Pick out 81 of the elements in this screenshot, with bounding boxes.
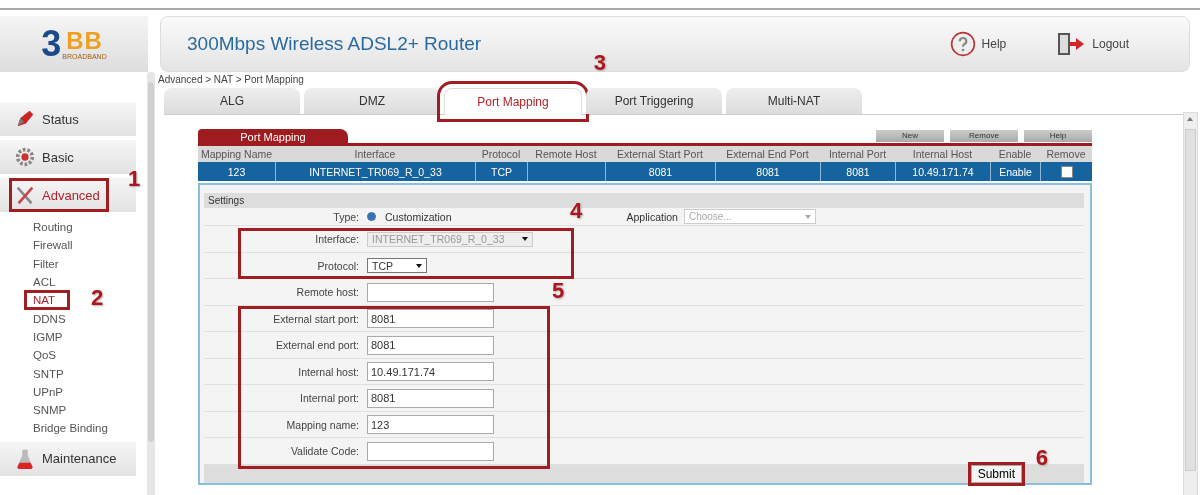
- sidebar-item[interactable]: IGMP: [33, 330, 63, 343]
- column-header: Remove: [1045, 147, 1087, 162]
- tab[interactable]: Multi-NAT: [726, 88, 862, 114]
- column-header: Internal Host: [911, 147, 974, 162]
- field-label: Protocol:: [316, 259, 359, 272]
- sidebar-item[interactable]: UPnP: [33, 385, 64, 398]
- gear-icon: [14, 146, 36, 168]
- tab[interactable]: DMZ: [304, 88, 440, 114]
- logout-link[interactable]: Logout: [1056, 31, 1129, 57]
- field-label: Mapping name:: [285, 418, 359, 431]
- field-label: Type:: [332, 210, 359, 223]
- router-title: 300Mbps Wireless ADSL2+ Router: [187, 33, 482, 55]
- input-field[interactable]: 8081: [367, 388, 494, 408]
- table-row[interactable]: 123 INTERNET_TR069_R_0_33 TCP 8081 8081 8081 10.49.171.74 Enable: [198, 162, 1092, 181]
- field-label: External start port:: [272, 312, 359, 325]
- annotation-number: 6: [1035, 446, 1048, 469]
- table-cell: 8081: [846, 165, 870, 178]
- sidebar-item[interactable]: Routing: [33, 221, 73, 234]
- column-header: External Start Port: [616, 147, 704, 162]
- annotation-number: 2: [91, 287, 104, 310]
- column-header: Enable: [997, 147, 1033, 162]
- sidebar-item[interactable]: ACL: [33, 276, 56, 289]
- flask-icon: [14, 447, 36, 470]
- table-cell: 8081: [756, 165, 780, 178]
- toolbar-button[interactable]: Help: [1024, 130, 1092, 142]
- sidebar-section[interactable]: Status: [0, 102, 136, 136]
- toolbar-button[interactable]: Remove: [950, 130, 1018, 142]
- remove-checkbox[interactable]: [1060, 165, 1073, 178]
- input-field[interactable]: 123: [367, 415, 494, 435]
- panel-tab[interactable]: Port Mapping: [198, 129, 348, 143]
- toolbar-button[interactable]: New: [876, 130, 944, 142]
- annotation-number: 4: [570, 200, 583, 223]
- column-header: Protocol: [480, 147, 522, 162]
- sidebar-item[interactable]: Bridge Binding: [33, 422, 108, 435]
- submit-button[interactable]: Submit: [970, 464, 1022, 483]
- scrollbar[interactable]: [1183, 112, 1198, 495]
- caret-icon: [522, 237, 528, 242]
- tab[interactable]: ALG: [164, 88, 300, 114]
- table-cell: INTERNET_TR069_R_0_33: [309, 165, 442, 178]
- table-cell: 123: [227, 165, 246, 178]
- field-label: Remote host:: [295, 286, 359, 299]
- annotation-number: 3: [593, 52, 606, 74]
- input-field[interactable]: [367, 441, 494, 461]
- field-label: Internal port:: [299, 392, 359, 405]
- section-title: Settings: [208, 195, 245, 206]
- tab[interactable]: Port Triggering: [586, 88, 722, 114]
- field-label: External end port:: [275, 339, 359, 352]
- field-label: Application: [626, 210, 678, 223]
- sidebar-item[interactable]: Firewall: [33, 239, 73, 252]
- table-cell: 10.49.171.74: [912, 165, 974, 178]
- radio-button[interactable]: [367, 212, 376, 222]
- column-header: Mapping Name: [199, 147, 274, 162]
- table-cell: 8081: [648, 165, 673, 178]
- field-label: Interface:: [314, 233, 359, 246]
- caret-icon: [416, 263, 422, 268]
- table-cell: TCP: [491, 165, 512, 178]
- input-field[interactable]: 8081: [367, 309, 494, 329]
- scrollbar[interactable]: [147, 72, 155, 495]
- sidebar-item[interactable]: QoS: [33, 349, 56, 362]
- sidebar-item[interactable]: SNMP: [33, 404, 67, 417]
- annotation-number: 5: [552, 279, 565, 302]
- column-header: External End Port: [725, 147, 810, 162]
- breadcrumb: Advanced > NAT > Port Mapping: [152, 72, 1183, 86]
- sidebar-item[interactable]: Filter: [33, 257, 59, 270]
- field-label: Validate Code:: [289, 445, 359, 458]
- field-label: Internal host:: [297, 365, 359, 378]
- table-cell: Enable: [999, 165, 1032, 178]
- sidebar-item[interactable]: DDNS: [33, 312, 66, 325]
- input-field[interactable]: [367, 282, 494, 302]
- column-header: Remote Host: [534, 147, 598, 162]
- sidebar-item[interactable]: SNTP: [33, 367, 64, 380]
- column-header: Interface: [353, 147, 397, 162]
- help-icon: [949, 31, 976, 57]
- select-field[interactable]: TCP: [367, 258, 427, 274]
- input-field[interactable]: 10.49.171.74: [367, 362, 494, 382]
- help-link[interactable]: Help: [949, 31, 1007, 57]
- sidebar-section[interactable]: Maintenance: [0, 441, 136, 476]
- caret-icon: [804, 214, 811, 219]
- input-field[interactable]: 8081: [367, 335, 494, 355]
- column-header: Internal Port: [827, 147, 888, 162]
- radio-label: Customization: [385, 210, 452, 223]
